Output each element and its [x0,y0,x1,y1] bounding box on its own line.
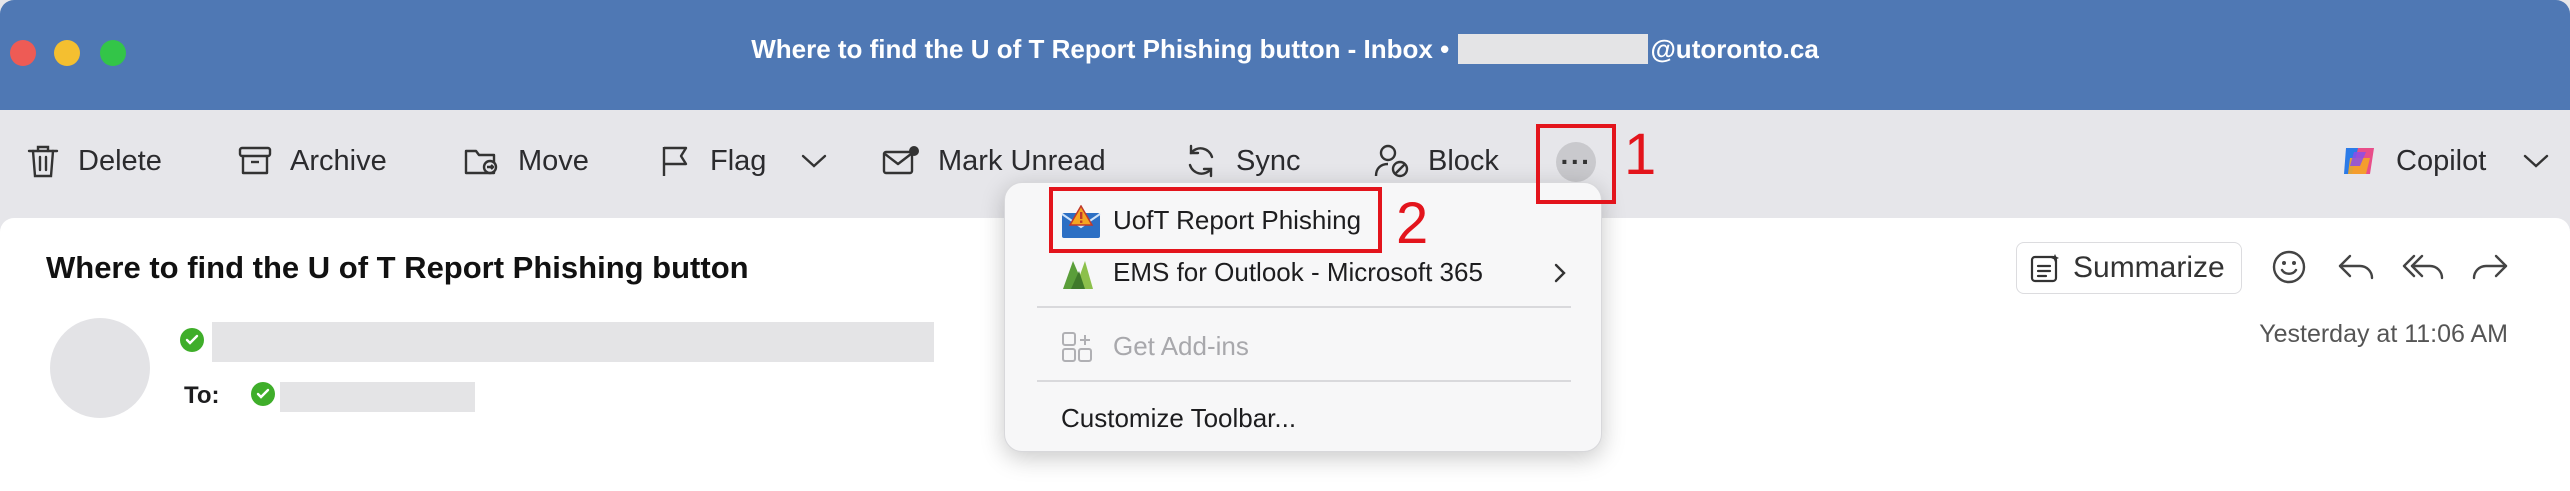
menu-divider [1037,306,1571,308]
mark-unread-label: Mark Unread [938,144,1106,177]
block-user-icon [1374,144,1409,178]
copilot-button[interactable]: Copilot [2340,136,2486,186]
menu-item-label: EMS for Outlook - Microsoft 365 [1113,256,1483,287]
flag-options-button[interactable] [800,136,846,186]
move-label: Move [518,144,589,177]
window-title-suffix: @utoronto.ca [1650,34,1819,64]
message-subject: Where to find the U of T Report Phishing… [46,250,749,285]
flag-button[interactable]: Flag [660,136,766,186]
sync-icon [1188,144,1214,178]
menu-item-label: Get Add-ins [1113,330,1249,361]
delete-button[interactable]: Delete [26,136,162,186]
menu-item-customize-toolbar[interactable]: Customize Toolbar... [1005,393,1601,443]
message-timestamp: Yesterday at 11:06 AM [2259,320,2508,348]
chevron-down-icon [801,154,827,168]
trash-icon [27,145,59,178]
redacted-recipient [280,382,475,412]
mark-unread-icon [882,146,919,175]
add-ins-icon [1062,332,1092,362]
menu-item-get-add-ins[interactable]: Get Add-ins [1005,321,1601,371]
annotation-box-more-button [1536,124,1616,204]
copilot-icon [2344,148,2374,174]
summarize-label: Summarize [2073,251,2225,284]
menu-divider [1037,380,1571,382]
mark-unread-button[interactable]: Mark Unread [882,136,1106,186]
archive-label: Archive [290,144,387,177]
sync-button[interactable]: Sync [1184,136,1300,186]
archive-button[interactable]: Archive [238,136,387,186]
ems-icon [1063,261,1093,289]
chevron-down-icon [2523,154,2549,168]
title-bar: Where to find the U of T Report Phishing… [0,0,2570,110]
flag-icon [662,146,688,176]
copilot-options-button[interactable] [2522,136,2568,186]
move-folder-icon [464,149,498,175]
sender-avatar [50,318,150,418]
block-button[interactable]: Block [1374,136,1499,186]
move-button[interactable]: Move [464,136,589,186]
verified-recipient-icon [251,382,275,406]
verified-sender-icon [180,328,204,352]
delete-label: Delete [78,144,162,177]
redacted-sender [212,322,934,362]
emoji-reaction-icon[interactable] [2270,248,2308,286]
redacted-email-user [1458,34,1649,65]
reply-all-icon[interactable] [2402,248,2446,286]
annotation-box-report-phishing [1049,187,1382,253]
sync-label: Sync [1236,144,1301,177]
summarize-button[interactable]: Summarize [2016,242,2242,294]
flag-label: Flag [710,144,767,177]
menu-item-ems-outlook[interactable]: EMS for Outlook - Microsoft 365 [1005,247,1601,297]
annotation-number-1: 1 [1624,122,1657,187]
block-label: Block [1428,144,1499,177]
window-title-prefix: Where to find the U of T Report Phishing… [751,34,1450,64]
chevron-right-icon [1554,263,1566,283]
menu-item-label: Customize Toolbar... [1061,402,1297,433]
annotation-number-2: 2 [1396,191,1429,256]
summarize-icon [2030,254,2059,283]
to-label: To: [184,382,220,409]
reply-icon[interactable] [2336,248,2376,286]
archive-icon [238,146,272,175]
copilot-label: Copilot [2396,144,2487,177]
window-title: Where to find the U of T Report Phishing… [0,34,2570,66]
forward-icon[interactable] [2470,248,2510,286]
